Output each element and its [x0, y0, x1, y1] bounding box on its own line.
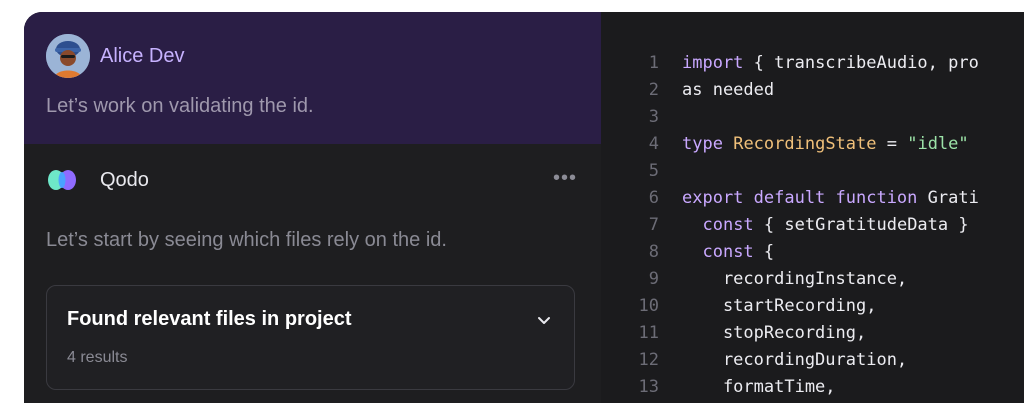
code-editor[interactable]: 1 import { transcribeAudio, pro 2 as needed… — [601, 12, 1024, 403]
line-number: 7 — [648, 215, 659, 235]
line-number: 9 — [648, 269, 659, 289]
line-number: 10 — [638, 296, 659, 316]
chevron-down-icon[interactable] — [536, 312, 552, 328]
assistant-message: Qodo ••• Let’s start by seeing which fil… — [24, 144, 601, 390]
code-token: const — [702, 215, 754, 235]
line-number: 2 — [648, 80, 659, 100]
code-token: "idle" — [907, 134, 969, 154]
line-number: 6 — [648, 188, 659, 208]
code-token: { setGratitudeData } — [753, 215, 969, 235]
code-token: { — [753, 242, 775, 262]
code-token: { transcribeAudio, pro — [743, 53, 979, 73]
line-number: 11 — [638, 323, 659, 343]
code-line: 10 startRecording, — [601, 293, 1024, 320]
code-token: stopRecording, — [682, 323, 867, 343]
code-line: 1 import { transcribeAudio, pro — [601, 50, 1024, 77]
code-token: export default function — [682, 188, 918, 208]
code-line: 12 recordingDuration, — [601, 347, 1024, 374]
code-token: = — [876, 134, 908, 154]
code-token: startRecording, — [682, 296, 877, 316]
code-text: formatTime, — [682, 374, 836, 401]
code-text: const { setGratitudeData } — [682, 212, 969, 239]
code-text: const { — [682, 239, 774, 266]
qodo-logo-icon — [48, 170, 76, 190]
code-line: 9 recordingInstance, — [601, 266, 1024, 293]
code-token: recordingDuration, — [682, 350, 908, 370]
line-number: 8 — [648, 242, 659, 262]
line-number: 12 — [638, 350, 659, 370]
user-header: Alice Dev — [46, 34, 579, 78]
code-line: 3 — [601, 104, 1024, 131]
code-token: recordingInstance, — [682, 269, 908, 289]
person-avatar-icon — [46, 34, 90, 78]
code-token: type — [682, 134, 723, 154]
line-number: 13 — [638, 377, 659, 397]
line-number: 4 — [648, 134, 659, 154]
line-number: 5 — [648, 161, 659, 181]
code-text: import { transcribeAudio, pro — [682, 50, 979, 77]
code-token: formatTime, — [682, 377, 836, 397]
code-text: startRecording, — [682, 293, 877, 320]
code-text: stopRecording, — [682, 320, 866, 347]
line-number: 3 — [648, 107, 659, 127]
code-line: 6 export default function Grati — [601, 185, 1024, 212]
assistant-header: Qodo ••• — [46, 166, 579, 194]
code-line: 2 as needed — [601, 77, 1024, 104]
code-line: 8 const { — [601, 239, 1024, 266]
code-token: RecordingState — [733, 134, 877, 154]
app-window: Alice Dev Let’s work on validating the i… — [24, 12, 1024, 403]
user-message: Alice Dev Let’s work on validating the i… — [24, 12, 601, 144]
assistant-message-text: Let’s start by seeing which files rely o… — [46, 229, 447, 251]
line-number: 1 — [648, 53, 659, 73]
user-name: Alice Dev — [100, 44, 185, 67]
code-token: Grati — [917, 188, 979, 208]
avatar — [46, 34, 90, 78]
card-title: Found relevant files in project — [67, 308, 352, 330]
user-message-text: Let’s work on validating the id. — [46, 95, 314, 117]
code-text: recordingDuration, — [682, 347, 907, 374]
code-line: 5 — [601, 158, 1024, 185]
code-line: 7 const { setGratitudeData } — [601, 212, 1024, 239]
relevant-files-card[interactable]: Found relevant files in project 4 result… — [46, 285, 575, 390]
assistant-name: Qodo — [100, 168, 149, 191]
code-token: const — [702, 242, 754, 262]
chat-panel: Alice Dev Let’s work on validating the i… — [24, 12, 601, 403]
code-text: recordingInstance, — [682, 266, 907, 293]
code-line: 13 formatTime, — [601, 374, 1024, 401]
code-token: import — [682, 53, 744, 73]
code-line: 11 stopRecording, — [601, 320, 1024, 347]
code-text: export default function Grati — [682, 185, 979, 212]
code-text: type RecordingState = "idle" — [682, 131, 969, 158]
code-text: as needed — [682, 77, 774, 104]
code-line: 4 type RecordingState = "idle" — [601, 131, 1024, 158]
code-token: as needed — [682, 80, 775, 100]
card-result-count: 4 results — [67, 349, 128, 366]
more-options-icon[interactable]: ••• — [553, 167, 577, 190]
